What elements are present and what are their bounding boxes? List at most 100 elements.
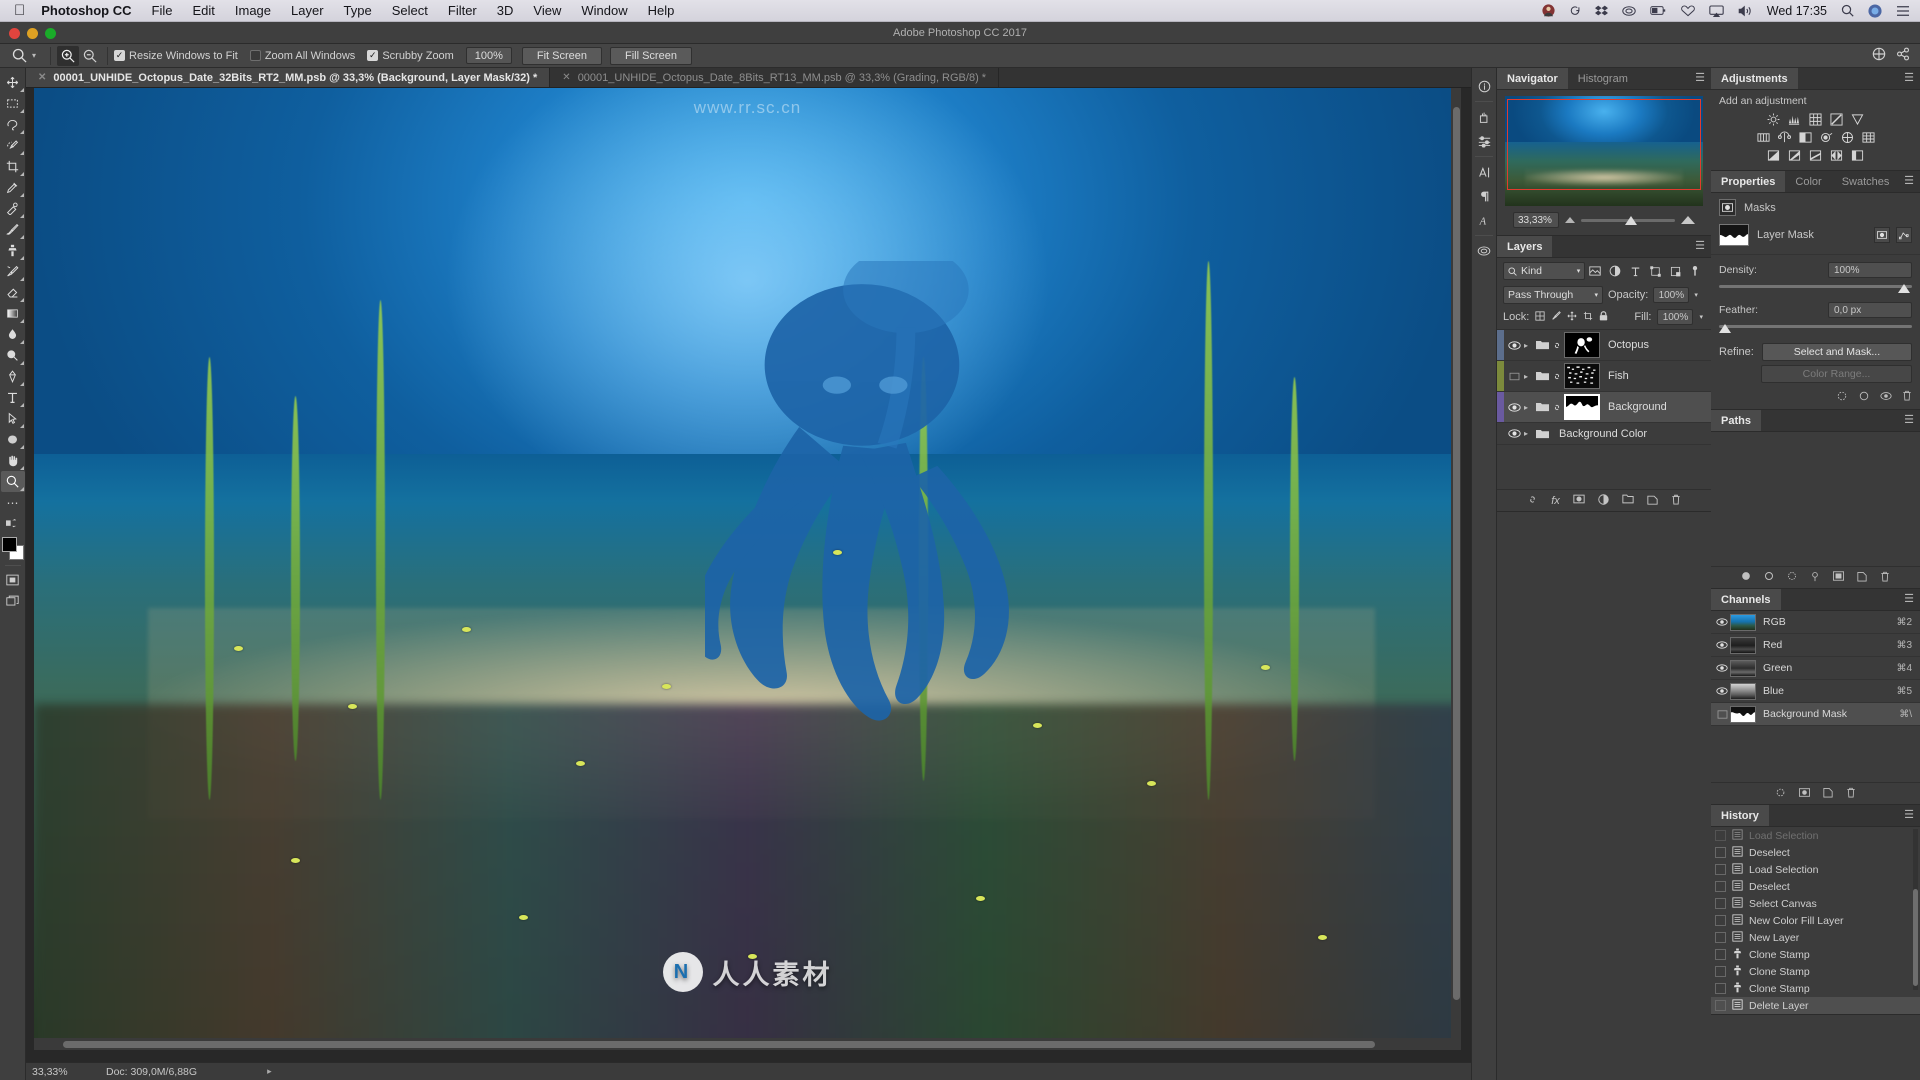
stroke-path-icon[interactable]	[1764, 571, 1774, 584]
blur-tool[interactable]	[1, 324, 25, 345]
chevron-right-icon[interactable]: ▸	[1524, 341, 1536, 350]
scrollbar-thumb[interactable]	[62, 1041, 1376, 1048]
history-snapshot-box[interactable]	[1715, 932, 1726, 943]
tab-channels[interactable]: Channels	[1711, 589, 1781, 610]
history-snapshot-box[interactable]	[1715, 864, 1726, 875]
lock-all-icon[interactable]	[1599, 310, 1608, 324]
heart-icon[interactable]	[1680, 5, 1695, 17]
select-and-mask-button[interactable]: Select and Mask...	[1761, 343, 1912, 361]
apple-logo-icon[interactable]: 	[14, 3, 25, 18]
eyedropper-tool[interactable]	[1, 177, 25, 198]
notification-center-icon[interactable]	[1896, 5, 1910, 17]
fit-screen-button[interactable]: Fit Screen	[521, 46, 602, 65]
scrollbar-thumb[interactable]	[1913, 889, 1918, 986]
image-canvas[interactable]: www.rr.sc.cn N 人人素材	[34, 88, 1461, 1050]
history-state-row-selected[interactable]: Delete Layer	[1711, 997, 1920, 1014]
layer-row-background[interactable]: ▸ Background	[1497, 392, 1711, 423]
color-lookup-icon[interactable]	[1860, 130, 1876, 144]
menu-help[interactable]: Help	[648, 3, 675, 18]
tab-layers[interactable]: Layers	[1497, 236, 1553, 257]
opacity-value[interactable]: 100%	[1653, 287, 1690, 303]
history-state-row[interactable]: Load Selection	[1711, 861, 1920, 878]
load-selection-icon[interactable]	[1836, 391, 1848, 404]
pixel-mask-icon[interactable]	[1874, 227, 1890, 243]
layer-style-icon[interactable]: fx	[1551, 495, 1560, 507]
channel-mixer-icon[interactable]	[1839, 130, 1855, 144]
channel-row-green[interactable]: Green ⌘4	[1711, 657, 1920, 680]
panel-menu-icon[interactable]: ☰	[1904, 415, 1914, 426]
layer-row-background-color[interactable]: ▸ Background Color	[1497, 423, 1711, 445]
panel-menu-icon[interactable]: ☰	[1904, 594, 1914, 605]
tab-navigator[interactable]: Navigator	[1497, 68, 1568, 89]
history-snapshot-box[interactable]	[1715, 1000, 1726, 1011]
blend-mode-select[interactable]: Pass Through ▾	[1503, 286, 1603, 304]
chevron-right-icon[interactable]: ▸	[1524, 372, 1536, 381]
load-channel-selection-icon[interactable]	[1775, 788, 1786, 800]
save-selection-icon[interactable]	[1799, 787, 1810, 800]
tab-history[interactable]: History	[1711, 805, 1769, 826]
menu-type[interactable]: Type	[344, 3, 372, 18]
chevron-down-icon[interactable]: ▾	[1594, 291, 1598, 299]
tab-swatches[interactable]: Swatches	[1832, 171, 1900, 192]
history-brush-tool[interactable]	[1, 261, 25, 282]
history-snapshot-box[interactable]	[1715, 983, 1726, 994]
checkbox-box[interactable]: ✓	[114, 50, 126, 61]
zoom-tool-icon[interactable]	[6, 45, 32, 67]
layer-name[interactable]: Background Color	[1559, 428, 1647, 440]
navigator-view-box[interactable]	[1507, 99, 1701, 190]
panel-menu-icon[interactable]: ☰	[1904, 176, 1914, 187]
share-icon[interactable]	[1896, 47, 1910, 64]
layer-link-icon[interactable]	[1553, 340, 1564, 351]
menu-bar-clock[interactable]: Wed 17:35	[1767, 4, 1827, 18]
menu-image[interactable]: Image	[235, 3, 271, 18]
checkbox-box[interactable]	[249, 50, 261, 61]
zoom-percent-field[interactable]: 100%	[465, 47, 512, 64]
filter-pixel-icon[interactable]	[1585, 262, 1605, 280]
new-path-icon[interactable]	[1857, 571, 1867, 585]
channel-visibility-toggle[interactable]	[1714, 664, 1730, 672]
horizontal-type-tool[interactable]	[1, 387, 25, 408]
add-mask-icon[interactable]	[1573, 494, 1585, 507]
menu-edit[interactable]: Edit	[192, 3, 214, 18]
quick-mask-mode-icon[interactable]	[1, 569, 25, 590]
history-state-row[interactable]: Select Canvas	[1711, 895, 1920, 912]
density-slider[interactable]	[1719, 282, 1912, 295]
history-state-row[interactable]: Load Selection	[1711, 827, 1920, 844]
crop-tool[interactable]	[1, 156, 25, 177]
scrubby-zoom-checkbox[interactable]: ✓ Scrubby Zoom	[367, 50, 454, 62]
black-white-icon[interactable]	[1797, 130, 1813, 144]
character-styles-icon[interactable]: A	[1472, 208, 1496, 232]
layer-link-icon[interactable]	[1553, 402, 1564, 413]
spot-healing-brush-tool[interactable]	[1, 198, 25, 219]
close-icon[interactable]: ✕	[562, 72, 570, 83]
scrollbar-thumb[interactable]	[1453, 107, 1460, 1000]
hand-tool[interactable]	[1, 450, 25, 471]
screen-mode-icon[interactable]	[1, 590, 25, 611]
slider-knob[interactable]	[1719, 324, 1731, 333]
panel-menu-icon[interactable]: ☰	[1695, 241, 1705, 252]
tab-color[interactable]: Color	[1785, 171, 1831, 192]
vibrance-icon[interactable]	[1850, 112, 1866, 126]
history-state-row[interactable]: New Layer	[1711, 929, 1920, 946]
layer-mask-thumbnail[interactable]	[1564, 332, 1600, 358]
panel-menu-icon[interactable]: ☰	[1904, 73, 1914, 84]
eraser-tool[interactable]	[1, 282, 25, 303]
brightness-contrast-icon[interactable]	[1766, 112, 1782, 126]
info-icon[interactable]	[1472, 74, 1496, 98]
threshold-icon[interactable]	[1808, 148, 1824, 162]
density-value[interactable]: 100%	[1828, 262, 1912, 278]
gradient-map-icon[interactable]	[1829, 148, 1845, 162]
menu-filter[interactable]: Filter	[448, 3, 477, 18]
chevron-down-icon[interactable]: ▾	[1577, 267, 1581, 275]
color-rail-icon[interactable]	[1472, 239, 1496, 263]
history-state-row[interactable]: New Color Fill Layer	[1711, 912, 1920, 929]
new-channel-icon[interactable]	[1823, 787, 1833, 801]
minimize-window-button[interactable]	[27, 28, 38, 39]
ellipse-tool[interactable]	[1, 429, 25, 450]
close-icon[interactable]: ✕	[38, 72, 46, 83]
tab-histogram[interactable]: Histogram	[1568, 68, 1638, 89]
checkbox-box[interactable]: ✓	[367, 50, 379, 61]
fill-path-icon[interactable]	[1741, 571, 1751, 584]
layer-row-octopus[interactable]: ▸ Octopus	[1497, 330, 1711, 361]
canvas-horizontal-scrollbar[interactable]	[34, 1038, 1461, 1050]
